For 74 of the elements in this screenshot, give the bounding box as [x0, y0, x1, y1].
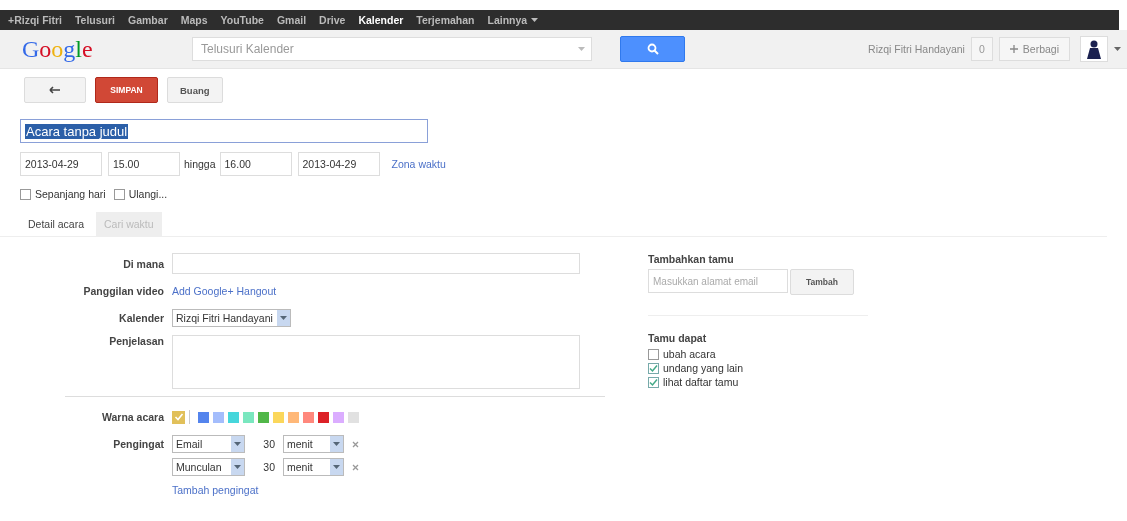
caret-icon	[531, 17, 539, 23]
title-field[interactable]: Acara tanpa judul	[20, 119, 428, 143]
color-swatch[interactable]	[288, 411, 299, 423]
reminder-method-dropdown[interactable]: Email	[172, 435, 245, 453]
checkbox-option[interactable]: Ulangi...	[113, 188, 168, 200]
guest-email-field[interactable]: Masukkan alamat email	[648, 269, 788, 293]
color-swatch[interactable]	[348, 411, 359, 423]
nav-link[interactable]: Gmail	[276, 14, 307, 26]
google-logo[interactable]: Google	[22, 35, 164, 63]
color-swatch[interactable]	[172, 410, 185, 424]
field-label: Panggilan video	[82, 285, 164, 297]
color-swatch[interactable]	[318, 411, 329, 423]
calendar-dropdown[interactable]: Rizqi Fitri Handayani	[172, 309, 291, 327]
color-swatch[interactable]	[213, 411, 224, 423]
until-label: hingga	[184, 158, 216, 170]
reminder-unit-dropdown[interactable]: menit	[283, 435, 344, 453]
color-swatch[interactable]	[273, 411, 284, 423]
reminder-amount-field[interactable]: 30	[253, 438, 275, 450]
avatar-icon[interactable]	[1080, 36, 1108, 62]
checkbox-option[interactable]: Sepanjang hari	[20, 188, 106, 200]
checkbox[interactable]	[648, 348, 659, 360]
plus-icon	[1009, 45, 1018, 53]
end-time-field[interactable]: 16.00	[219, 152, 292, 176]
end-date-field[interactable]: 2013-04-29	[297, 152, 380, 176]
search-icon	[646, 43, 659, 55]
nav-link[interactable]: Telusuri	[74, 14, 116, 26]
color-swatch[interactable]	[198, 411, 209, 423]
permission-option[interactable]: undang yang lain	[648, 362, 868, 374]
reminder-amount-field[interactable]: 30	[253, 461, 275, 473]
more-menu[interactable]: Lainnya	[487, 14, 528, 26]
section-title: Tambahkan tamu	[648, 253, 735, 265]
reminder-unit-dropdown[interactable]: menit	[283, 458, 344, 476]
section-title: Tamu dapat	[648, 332, 708, 344]
field-label: Kalender	[118, 312, 164, 324]
close-icon[interactable]	[352, 440, 359, 448]
nav-link[interactable]: +Rizqi Fitri	[8, 14, 62, 26]
add-reminder-link[interactable]: Tambah pengingat	[172, 484, 259, 496]
search-button[interactable]	[620, 36, 685, 62]
start-date-field[interactable]: 2013-04-29	[20, 152, 102, 176]
caret-icon	[578, 46, 585, 52]
color-swatch[interactable]	[228, 411, 239, 423]
description-field[interactable]	[172, 335, 580, 389]
start-time-field[interactable]: 15.00	[108, 152, 180, 176]
permission-option[interactable]: ubah acara	[648, 348, 868, 360]
timezone-link[interactable]: Zona waktu	[391, 158, 446, 170]
close-icon[interactable]	[352, 463, 359, 471]
color-swatch[interactable]	[303, 411, 314, 423]
nav-link[interactable]: Gambar	[128, 14, 168, 26]
field-label: Warna acara	[100, 411, 164, 423]
caret-icon[interactable]	[1114, 46, 1121, 52]
checkbox[interactable]	[113, 188, 125, 200]
nav-link[interactable]: Maps	[180, 14, 208, 26]
back-arrow-icon	[49, 86, 61, 94]
save-button[interactable]: SIMPAN	[95, 77, 158, 103]
checkbox[interactable]	[20, 188, 31, 200]
color-swatch[interactable]	[333, 411, 344, 423]
reminder-method-dropdown[interactable]: Munculan	[172, 458, 245, 476]
color-swatch[interactable]	[243, 411, 254, 423]
field-label: Pengingat	[112, 438, 164, 450]
back-button[interactable]	[24, 77, 86, 103]
nav-link[interactable]: Drive	[319, 14, 346, 26]
permission-option[interactable]: lihat daftar tamu	[648, 376, 868, 388]
nav-link[interactable]: YouTube	[220, 14, 264, 26]
add-guest-button[interactable]: Tambah	[790, 269, 854, 295]
field-label: Di mana	[122, 257, 164, 270]
location-field[interactable]	[172, 253, 580, 274]
hangout-link[interactable]: Add Google+ Hangout	[172, 285, 277, 297]
nav-link[interactable]: Terjemahan	[416, 14, 475, 26]
checkbox[interactable]	[648, 376, 659, 388]
checkbox[interactable]	[648, 362, 659, 374]
nav-link[interactable]: Kalender	[358, 14, 404, 26]
discard-button[interactable]: Buang	[167, 77, 223, 103]
color-swatch[interactable]	[258, 411, 269, 423]
field-label: Penjelasan	[108, 335, 164, 347]
